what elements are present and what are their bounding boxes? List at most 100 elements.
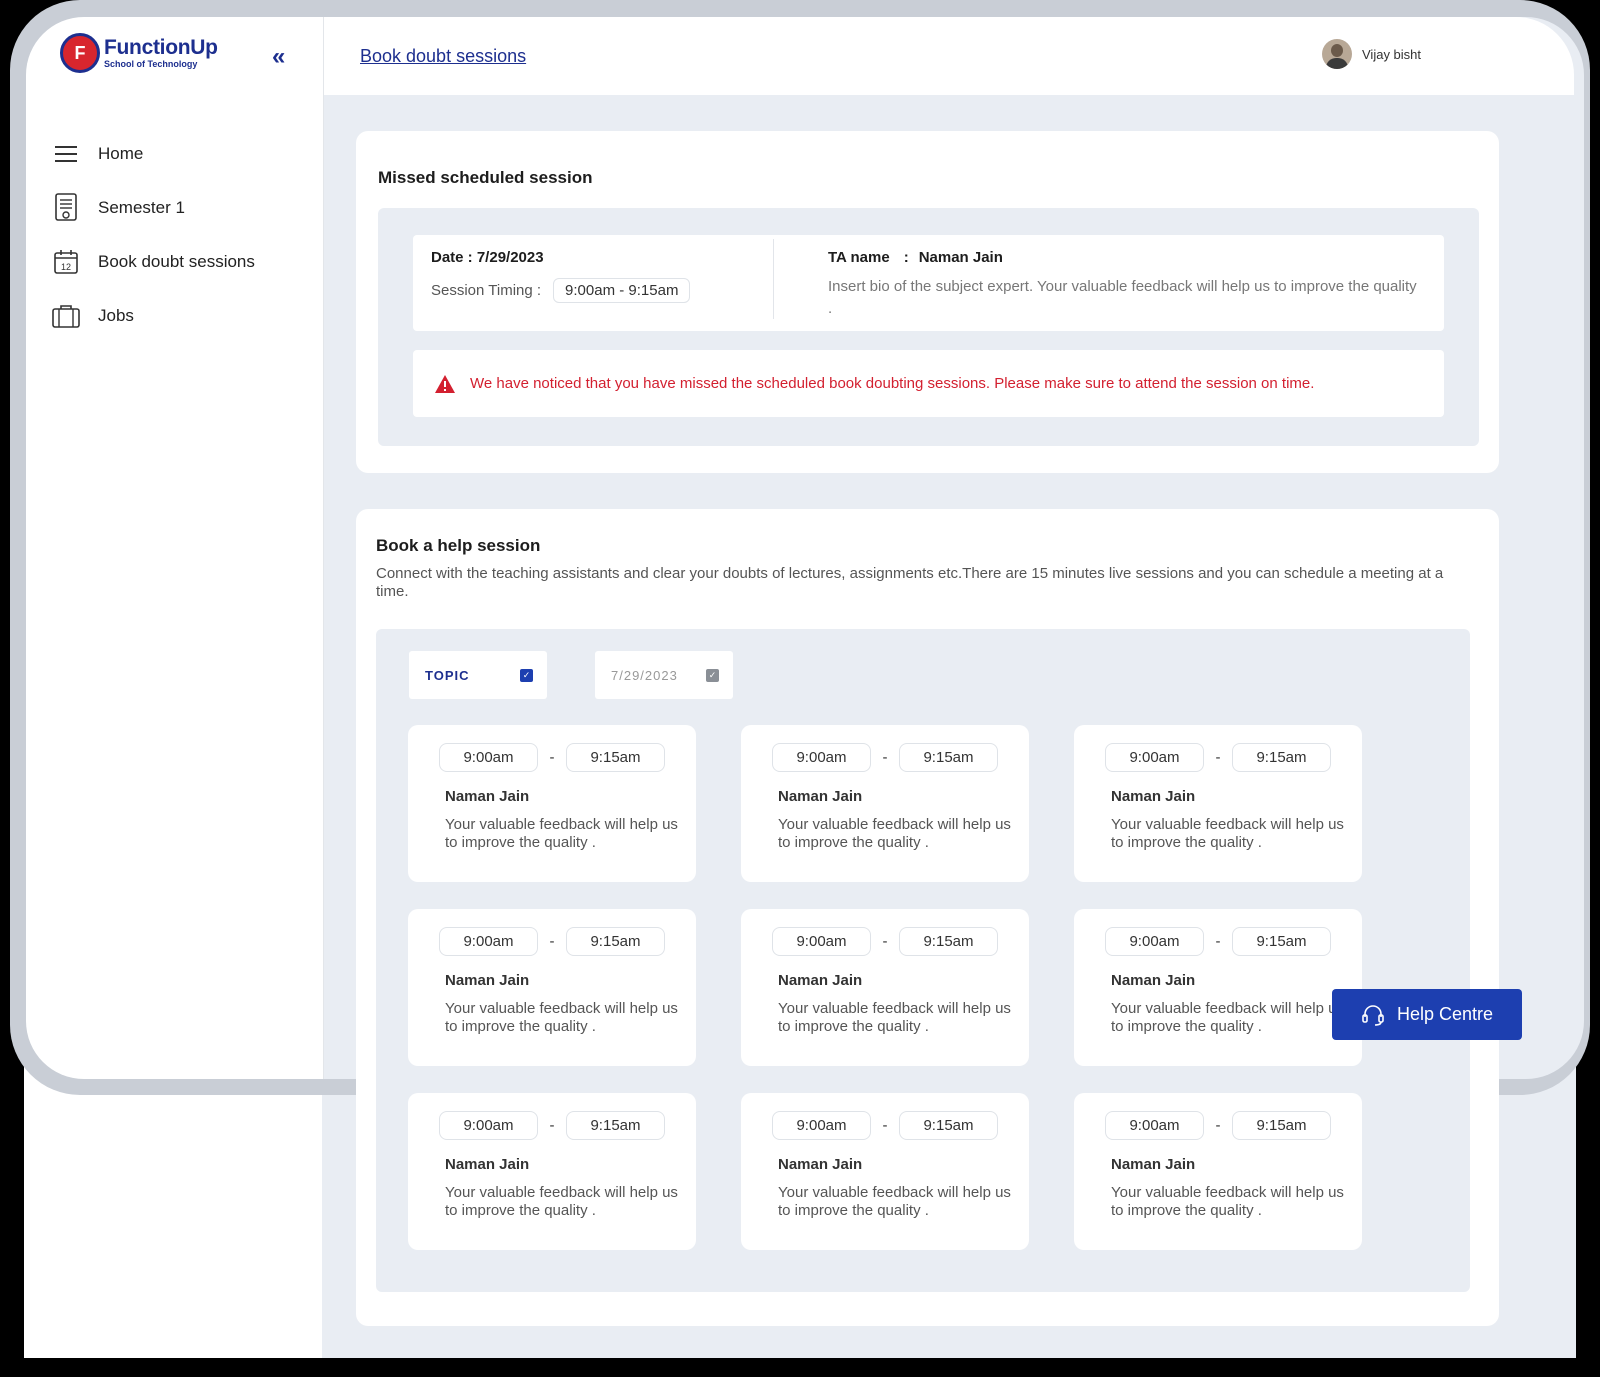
sidebar-item-book-doubt-sessions[interactable]: 12 Book doubt sessions — [52, 235, 312, 289]
session-slot[interactable]: 9:00am -9:15am Naman Jain Your valuable f… — [408, 725, 696, 882]
slot-ta-name: Naman Jain — [778, 788, 863, 805]
slot-start-time: 9:00am — [1105, 927, 1204, 956]
slot-start-time: 9:00am — [439, 927, 538, 956]
collapse-sidebar-icon[interactable]: « — [272, 43, 285, 71]
slot-end-time: 9:15am — [899, 927, 998, 956]
slot-ta-name: Naman Jain — [445, 1156, 530, 1173]
sidebar-item-semester[interactable]: Semester 1 — [52, 181, 312, 235]
date-picker[interactable]: 7/29/2023 ✓ — [595, 651, 733, 699]
session-slot[interactable]: 9:00am -9:15am Naman Jain Your valuable f… — [408, 909, 696, 1066]
slot-ta-name: Naman Jain — [778, 972, 863, 989]
slot-end-time: 9:15am — [1232, 927, 1331, 956]
missed-session-card: Missed scheduled session Date : 7/29/202… — [356, 131, 1499, 473]
slot-description: Your valuable feedback will help us to i… — [1111, 1184, 1344, 1219]
time-separator: - — [882, 1117, 888, 1134]
slot-start-time: 9:00am — [772, 927, 871, 956]
help-centre-label: Help Centre — [1396, 1004, 1494, 1024]
slot-ta-name: Naman Jain — [1111, 1156, 1196, 1173]
topic-dropdown-label: TOPIC — [425, 667, 470, 683]
book-session-description: Connect with the teaching assistants and… — [376, 565, 1444, 600]
help-centre-button[interactable]: Help Centre — [1332, 989, 1522, 1040]
slot-description: Your valuable feedback will help us to i… — [778, 816, 1011, 851]
slot-description: Your valuable feedback will help us to i… — [445, 1184, 678, 1219]
session-slot[interactable]: 9:00am -9:15am Naman Jain Your valuable f… — [741, 1093, 1029, 1250]
hamburger-icon — [52, 140, 80, 168]
chevron-down-icon: ✓ — [520, 668, 533, 682]
sidebar-item-label: Jobs — [98, 306, 134, 325]
slot-ta-name: Naman Jain — [445, 972, 530, 989]
slot-description: Your valuable feedback will help us to i… — [1111, 816, 1344, 851]
slot-end-time: 9:15am — [566, 743, 665, 772]
ta-name: Naman Jain — [918, 249, 1003, 266]
alert-message: We have noticed that you have missed the… — [470, 375, 1315, 392]
session-slot[interactable]: 9:00am -9:15am Naman Jain Your valuable f… — [1074, 725, 1362, 882]
time-separator: - — [549, 749, 555, 766]
slot-description: Your valuable feedback will help us to i… — [445, 816, 678, 851]
session-slot[interactable]: 9:00am -9:15am Naman Jain Your valuable f… — [1074, 909, 1362, 1066]
date-picker-value: 7/29/2023 — [611, 667, 678, 683]
topic-dropdown[interactable]: TOPIC ✓ — [409, 651, 547, 699]
time-separator: - — [549, 1117, 555, 1134]
time-separator: - — [549, 933, 555, 950]
session-slot[interactable]: 9:00am -9:15am Naman Jain Your valuable f… — [741, 725, 1029, 882]
breadcrumb[interactable]: Book doubt sessions — [360, 46, 526, 67]
slot-start-time: 9:00am — [439, 1111, 538, 1140]
slot-end-time: 9:15am — [899, 743, 998, 772]
logo[interactable]: F FunctionUp School of Technology — [60, 33, 218, 73]
ta-bio: Insert bio of the subject expert. Your v… — [828, 278, 1417, 317]
user-name: Vijay bisht — [1362, 46, 1422, 62]
slot-end-time: 9:15am — [1232, 1111, 1331, 1140]
slot-description: Your valuable feedback will help us to i… — [1111, 1000, 1344, 1035]
session-slot[interactable]: 9:00am -9:15am Naman Jain Your valuable f… — [1074, 1093, 1362, 1250]
slot-start-time: 9:00am — [439, 743, 538, 772]
user-menu[interactable]: Vijay bisht — [1322, 39, 1421, 69]
slot-ta-name: Naman Jain — [1111, 972, 1196, 989]
document-icon — [52, 193, 80, 222]
missed-session-alert: We have noticed that you have missed the… — [413, 350, 1444, 417]
top-bar: Book doubt sessions Vijay bisht — [324, 17, 1574, 95]
book-session-card: Book a help session Connect with the tea… — [356, 509, 1499, 1326]
slot-description: Your valuable feedback will help us to i… — [778, 1184, 1011, 1219]
slot-end-time: 9:15am — [566, 927, 665, 956]
ta-label: TA name — [828, 249, 890, 266]
logo-crest-icon: F — [60, 33, 100, 73]
sidebar: F FunctionUp School of Technology « Home… — [26, 17, 324, 1079]
session-slot[interactable]: 9:00am -9:15am Naman Jain Your valuable f… — [741, 909, 1029, 1066]
sidebar-item-home[interactable]: Home — [52, 127, 312, 181]
calendar-icon: 12 — [52, 248, 80, 276]
slot-end-time: 9:15am — [899, 1111, 998, 1140]
sidebar-nav: Home Semester 1 12 Book doubt sessions J… — [52, 127, 312, 343]
time-separator: - — [1215, 749, 1221, 766]
slot-description: Your valuable feedback will help us to i… — [445, 1000, 678, 1035]
divider — [773, 239, 774, 319]
time-separator: - — [1215, 1117, 1221, 1134]
slot-start-time: 9:00am — [772, 743, 871, 772]
brand-subtitle: School of Technology — [104, 59, 198, 69]
time-separator: - — [1215, 933, 1221, 950]
session-date: Date : 7/29/2023 — [431, 249, 544, 266]
slot-ta-name: Naman Jain — [445, 788, 530, 805]
briefcase-icon — [52, 302, 80, 330]
chevron-down-icon: ✓ — [706, 668, 719, 682]
slot-start-time: 9:00am — [772, 1111, 871, 1140]
sidebar-item-label: Home — [98, 144, 144, 163]
headset-icon — [1362, 1004, 1384, 1026]
calendar-day: 12 — [61, 262, 71, 272]
missed-session-info: Date : 7/29/2023 Session Timing : 9:00am… — [413, 235, 1444, 331]
slot-ta-name: Naman Jain — [778, 1156, 863, 1173]
session-timing-value: 9:00am - 9:15am — [553, 278, 691, 303]
book-session-title: Book a help session — [376, 536, 541, 555]
session-timing-label: Session Timing : — [431, 282, 542, 299]
book-session-panel: TOPIC ✓ 7/29/2023 ✓ 9:00am -9:15am Naman … — [376, 629, 1470, 1292]
warning-icon — [435, 374, 455, 393]
sidebar-item-label: Semester 1 — [98, 198, 185, 217]
time-separator: - — [882, 749, 888, 766]
missed-session-panel: Date : 7/29/2023 Session Timing : 9:00am… — [378, 208, 1479, 446]
sidebar-item-jobs[interactable]: Jobs — [52, 289, 312, 343]
slot-ta-name: Naman Jain — [1111, 788, 1196, 805]
ta-separator: : — [903, 249, 909, 266]
avatar — [1322, 39, 1352, 69]
brand-name: FunctionUp — [104, 36, 218, 59]
sidebar-item-label: Book doubt sessions — [98, 252, 255, 271]
session-slot[interactable]: 9:00am -9:15am Naman Jain Your valuable f… — [408, 1093, 696, 1250]
